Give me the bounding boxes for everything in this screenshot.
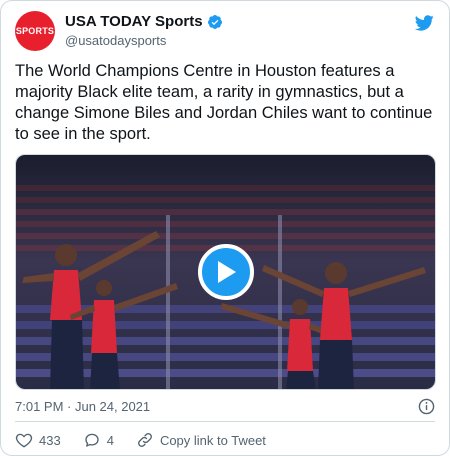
- divider: [15, 421, 435, 422]
- verified-badge-icon: [207, 14, 222, 29]
- tweet-header: SPORTS USA TODAY Sports @usatodaysports: [15, 11, 435, 53]
- reply-count: 4: [106, 432, 114, 448]
- timestamp[interactable]: 7:01 PM · Jun 24, 2021: [15, 399, 150, 414]
- link-icon: [138, 433, 152, 447]
- reply-bubble-icon: [85, 433, 99, 447]
- name-row: USA TODAY Sports: [65, 13, 223, 30]
- heart-icon: [15, 433, 33, 448]
- copy-link-button[interactable]: Copy link to Tweet: [136, 431, 266, 449]
- info-icon[interactable]: [418, 398, 435, 415]
- play-button[interactable]: [198, 244, 254, 300]
- handle[interactable]: @usatodaysports: [65, 33, 223, 48]
- reply-button[interactable]: 4: [83, 431, 114, 449]
- like-button[interactable]: 433: [15, 431, 61, 449]
- author-names: USA TODAY Sports @usatodaysports: [65, 13, 223, 48]
- video-thumbnail[interactable]: [15, 154, 436, 390]
- action-bar: 433 4 Copy link to Tweet: [15, 430, 288, 450]
- tweet-text: The World Champions Centre in Houston fe…: [15, 62, 433, 143]
- avatar-text: SPORTS: [15, 26, 55, 36]
- copy-link-label: Copy link to Tweet: [159, 432, 266, 448]
- tweet-card[interactable]: SPORTS USA TODAY Sports @usatodaysports …: [0, 0, 450, 456]
- avatar[interactable]: SPORTS: [15, 11, 55, 51]
- display-name[interactable]: USA TODAY Sports: [65, 13, 203, 30]
- play-icon: [218, 261, 236, 283]
- twitter-bird-icon[interactable]: [413, 13, 435, 33]
- like-count: 433: [39, 432, 61, 448]
- timestamp-row: 7:01 PM · Jun 24, 2021: [15, 397, 435, 415]
